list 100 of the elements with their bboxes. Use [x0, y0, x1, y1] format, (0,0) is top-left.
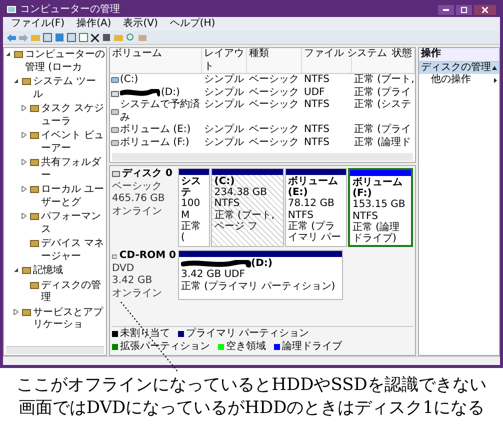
- minimize-icon: [443, 9, 449, 11]
- minimize-button[interactable]: [438, 5, 454, 15]
- table-cell-text: UDF: [303, 86, 326, 99]
- partition-info: 100 M: [181, 198, 202, 221]
- table-cell-text: 正常 (プライ: [353, 86, 412, 98]
- table-cell-text: NTFS: [303, 99, 331, 112]
- collapsed-arrow-icon[interactable]: [21, 132, 28, 138]
- folder-icon: [22, 308, 31, 316]
- expanded-arrow-icon[interactable]: [13, 267, 20, 273]
- legend-label: プライマリ パーティション: [186, 328, 310, 340]
- tree-item[interactable]: タスク スケジューラ: [41, 103, 105, 128]
- tree-item[interactable]: ディスクの管理: [41, 280, 105, 304]
- panel-icon[interactable]: [43, 33, 52, 42]
- action-item[interactable]: 他の操作: [431, 74, 471, 86]
- menu-item[interactable]: ヘルプ(H): [170, 19, 216, 29]
- folder-icon: [30, 158, 39, 167]
- menu-item[interactable]: ファイル(F): [11, 19, 65, 29]
- menu-item[interactable]: 表示(V): [123, 19, 158, 29]
- partition-block[interactable]: ボリューム (E:) 78.12 GB NTFS 正常 (プライマリ パー: [284, 168, 348, 248]
- tree-item[interactable]: イベント ビューアー: [41, 130, 105, 155]
- collapsed-arrow-icon[interactable]: [21, 159, 28, 165]
- partition-info: システ: [181, 176, 202, 198]
- table-cell-text: 正常 (システ: [353, 99, 412, 112]
- menu-item[interactable]: 操作(A): [76, 19, 112, 29]
- legend-label: 空き領域: [226, 340, 266, 353]
- folder-icon: [14, 50, 23, 59]
- table-cell-text: NTFS: [303, 136, 331, 149]
- expanded-arrow-icon[interactable]: [5, 51, 12, 57]
- horizontal-scrollbar[interactable]: [6, 346, 104, 354]
- table-cell-text: シンプル: [203, 99, 245, 112]
- folder-icon: [22, 77, 31, 86]
- column-header[interactable]: 種類: [249, 48, 269, 73]
- table-cell-text: シンプル: [203, 136, 245, 149]
- annotation-text: ここがオフラインになっているとHDDやSSDを認識できない: [16, 374, 486, 397]
- table-cell: システムで予約済み: [120, 99, 201, 124]
- horizontal-scrollbar[interactable]: [112, 153, 413, 161]
- submenu-arrow-icon: [494, 78, 497, 83]
- partition-info: 正常 (論理ドライブ): [352, 222, 401, 244]
- partition-info: 正常 (: [181, 220, 202, 244]
- cd-drive-icon: [111, 88, 119, 97]
- column-header[interactable]: 状態: [392, 48, 412, 73]
- table-cell-text: NTFS: [303, 74, 331, 86]
- partition-block[interactable]: (D:) 3.42 GB UDF 正常 (プライマリ パーティション): [178, 250, 342, 300]
- partition-info: (C:): [214, 176, 235, 188]
- close-button[interactable]: [474, 5, 496, 15]
- partition-info: 正常 (プライマリ パー: [288, 220, 342, 244]
- table-cell-text: ベーシック: [248, 136, 300, 149]
- collapsed-arrow-icon[interactable]: [21, 105, 28, 111]
- disk-name: CD-ROM 0: [119, 250, 176, 263]
- window-title: コンピューターの管理: [20, 5, 120, 15]
- collapsed-arrow-icon[interactable]: [21, 213, 28, 219]
- legend-label: 未割り当て: [120, 328, 170, 340]
- collapsed-arrow-icon[interactable]: [13, 308, 20, 314]
- column-header[interactable]: ボリューム: [112, 48, 162, 73]
- table-cell-text: シンプル: [203, 86, 245, 98]
- tree-item[interactable]: ローカル ユーザーとグ: [41, 184, 105, 209]
- partition-info: 3.42 GB UDF: [181, 269, 246, 280]
- disk-info: 3.42 GB: [112, 275, 154, 288]
- folder-icon: [30, 104, 39, 113]
- table-cell: (D:): [161, 86, 180, 99]
- tree-item[interactable]: コンピューターの管理 (ローカ: [25, 49, 105, 74]
- tree-item[interactable]: サービスとアプリケーショ: [33, 306, 105, 332]
- disk-info: オンライン: [112, 288, 163, 300]
- cd-drive-icon: [112, 252, 118, 260]
- tree-item[interactable]: システム ツール: [33, 76, 105, 101]
- column-header[interactable]: レイアウト: [204, 48, 244, 73]
- leader-line: [120, 301, 180, 373]
- table-cell-text: 正常 (ブート,: [353, 74, 416, 86]
- partition-info: 正常 (ブート, ページ フ: [214, 210, 276, 232]
- partition-block[interactable]: システ 100 M 正常 (: [178, 168, 210, 248]
- table-cell-text: ベーシック: [248, 74, 300, 86]
- folder-icon: [30, 185, 39, 194]
- panel-icon[interactable]: [67, 33, 76, 42]
- tree-item[interactable]: 記憶域: [33, 265, 63, 278]
- table-cell-text: シンプル: [203, 124, 245, 136]
- partition-info: 153.15 GB NTFS: [352, 199, 406, 222]
- partition-info: (D:): [251, 258, 272, 270]
- computer-icon: [7, 6, 16, 14]
- tree-item[interactable]: 共有フォルダー: [41, 157, 105, 182]
- delete-icon[interactable]: [91, 34, 99, 42]
- partition-block[interactable]: (C:) 234.38 GB NTFS 正常 (ブート, ページ フ: [211, 168, 284, 248]
- column-header[interactable]: ファイル システム: [304, 48, 388, 73]
- legend-label: 拡張パーティション: [120, 340, 210, 353]
- table-cell-text: シンプル: [203, 74, 245, 86]
- table-cell-text: ベーシック: [248, 99, 300, 112]
- table-cell: ボリューム (F:): [120, 136, 190, 149]
- forward-arrow-icon[interactable]: [19, 34, 28, 42]
- redaction-scribble: [120, 88, 160, 97]
- partition-info: 78.12 GB NTFS: [288, 198, 336, 221]
- back-arrow-icon[interactable]: [7, 34, 16, 42]
- maximize-button[interactable]: [456, 5, 472, 15]
- folder-icon: [30, 239, 39, 248]
- maximize-icon: [461, 7, 467, 13]
- redaction-scribble: [181, 260, 251, 268]
- tree-item[interactable]: パフォーマンス: [41, 211, 105, 236]
- tree-item[interactable]: デバイス マネージャー: [41, 238, 105, 263]
- collapsed-arrow-icon[interactable]: [21, 186, 28, 192]
- partition-block[interactable]: ボリューム (F:) 153.15 GB NTFS 正常 (論理ドライブ): [348, 168, 413, 248]
- disk-info: ベーシック: [112, 180, 163, 193]
- expanded-arrow-icon[interactable]: [13, 78, 20, 84]
